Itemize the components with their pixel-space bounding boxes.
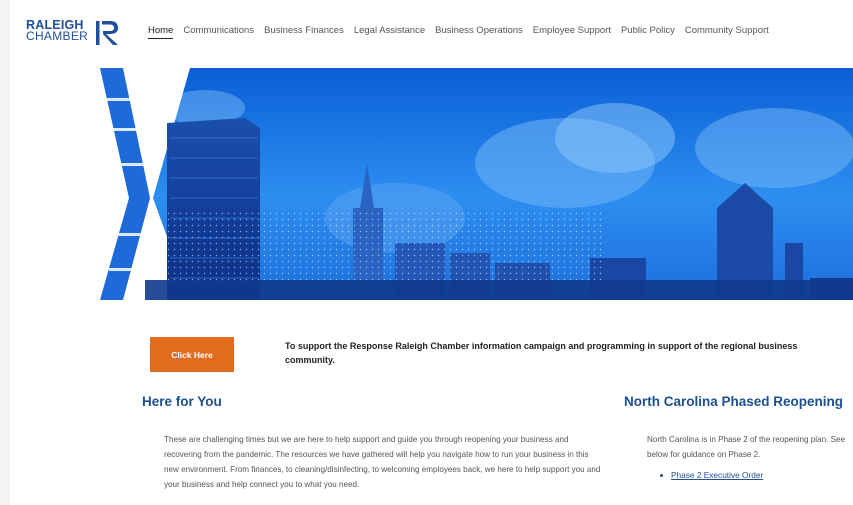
logo-r-mark-icon: [96, 21, 118, 45]
here-for-you-heading: Here for You: [142, 394, 222, 409]
nav-communications[interactable]: Communications: [183, 25, 254, 39]
page: RALEIGH CHAMBER Home Communications Busi…: [10, 0, 853, 505]
reopening-body: North Carolina is in Phase 2 of the reop…: [647, 435, 845, 459]
nav-legal-assistance[interactable]: Legal Assistance: [354, 25, 425, 39]
nav-business-finances[interactable]: Business Finances: [264, 25, 344, 39]
nav-employee-support[interactable]: Employee Support: [533, 25, 611, 39]
hero-skyline-image: [95, 68, 853, 300]
list-item: Phase 2 Executive Order: [660, 470, 763, 480]
here-for-you-body: These are challenging times but we are h…: [164, 435, 601, 489]
main-nav: Home Communications Business Finances Le…: [148, 25, 779, 39]
intro-text: To support the Response Raleigh Chamber …: [285, 341, 798, 365]
phase-2-executive-order-link[interactable]: Phase 2 Executive Order: [671, 470, 763, 480]
bullet-icon: [660, 473, 663, 477]
nav-community-support[interactable]: Community Support: [685, 25, 769, 39]
click-here-button[interactable]: Click Here: [150, 337, 234, 372]
nav-home[interactable]: Home: [148, 25, 174, 39]
reopening-heading: North Carolina Phased Reopening: [624, 394, 844, 409]
raleigh-chamber-logo[interactable]: RALEIGH CHAMBER: [26, 19, 122, 48]
logo-line2: CHAMBER: [26, 29, 89, 43]
nav-public-policy[interactable]: Public Policy: [621, 25, 675, 39]
hero-banner: [95, 68, 853, 300]
nav-business-operations[interactable]: Business Operations: [435, 25, 523, 39]
reopening-links: Phase 2 Executive Order: [660, 470, 763, 480]
